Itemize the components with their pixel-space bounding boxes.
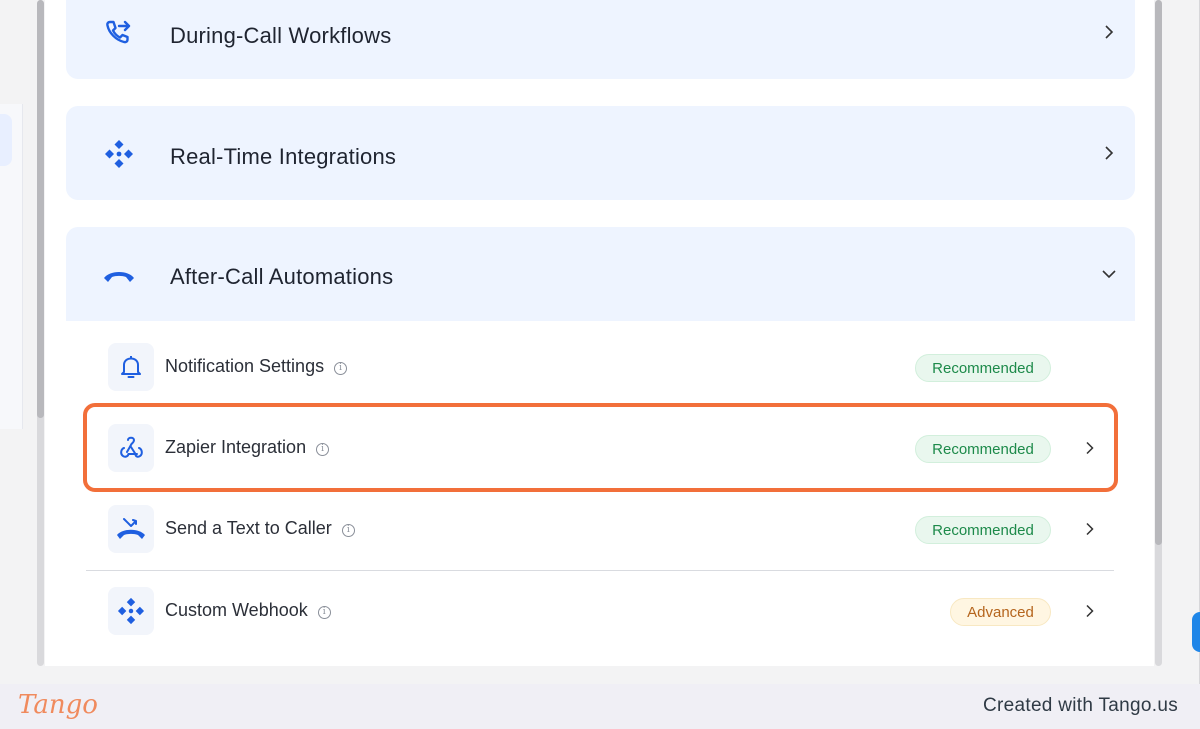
sidebar-active-tab[interactable] [0, 114, 12, 166]
tango-footer: Tango Created with Tango.us [0, 684, 1200, 729]
tango-logo: Tango [18, 690, 98, 720]
item-label: Zapier Integration i [165, 437, 330, 458]
chevron-right-icon [1086, 604, 1094, 618]
footer-credit: Created with Tango.us [982, 695, 1178, 716]
section-title: After-Call Automations [170, 264, 394, 289]
section-after-call-automations[interactable]: After-Call Automations [66, 227, 1135, 321]
app-content: During-Call Workflows Real-Time Integrat… [0, 0, 1200, 684]
list-item-zapier-integration[interactable]: Zapier Integration i Recommended [86, 408, 1114, 488]
item-label: Custom Webhook i [165, 600, 331, 621]
list-item-send-text-to-caller[interactable]: Send a Text to Caller i Recommended [86, 489, 1114, 569]
phone-forward-icon [102, 16, 136, 50]
section-title: Real-Time Integrations [170, 144, 397, 169]
info-icon[interactable]: i [341, 523, 355, 537]
section-title: During-Call Workflows [170, 23, 392, 48]
chevron-down-icon [1102, 270, 1116, 279]
chat-launcher-edge[interactable] [1192, 612, 1200, 652]
chevron-right-icon [1105, 25, 1114, 39]
webhook-diamond-icon [102, 137, 136, 171]
settings-panel: During-Call Workflows Real-Time Integrat… [45, 0, 1154, 666]
chevron-right-icon [1086, 522, 1094, 536]
item-label: Send a Text to Caller i [165, 518, 355, 539]
left-scrollbar-thumb[interactable] [37, 0, 44, 418]
list-item-notification-settings[interactable]: Notification Settings i Recommended [86, 327, 1114, 407]
item-label: Notification Settings i [165, 356, 348, 377]
section-real-time-integrations[interactable]: Real-Time Integrations [66, 106, 1135, 200]
status-badge: Recommended [915, 516, 1051, 544]
chevron-right-icon [1105, 146, 1114, 160]
status-badge: Recommended [915, 354, 1051, 382]
webhook-diamond-icon [108, 587, 154, 635]
status-badge: Advanced [950, 598, 1051, 626]
info-icon[interactable]: i [316, 442, 330, 456]
right-scrollbar[interactable] [1155, 0, 1162, 666]
chevron-right-icon [1086, 441, 1094, 455]
hangup-icon [102, 258, 136, 292]
zapier-webhook-icon [108, 424, 154, 472]
missed-call-icon [108, 505, 154, 553]
bell-icon [108, 343, 154, 391]
status-badge: Recommended [915, 435, 1051, 463]
right-scrollbar-thumb[interactable] [1155, 0, 1162, 545]
section-during-call-workflows[interactable]: During-Call Workflows [66, 0, 1135, 79]
info-icon[interactable]: i [317, 605, 331, 619]
left-scrollbar[interactable] [37, 0, 44, 666]
list-item-custom-webhook[interactable]: Custom Webhook i Advanced [86, 571, 1114, 651]
info-icon[interactable]: i [334, 361, 348, 375]
